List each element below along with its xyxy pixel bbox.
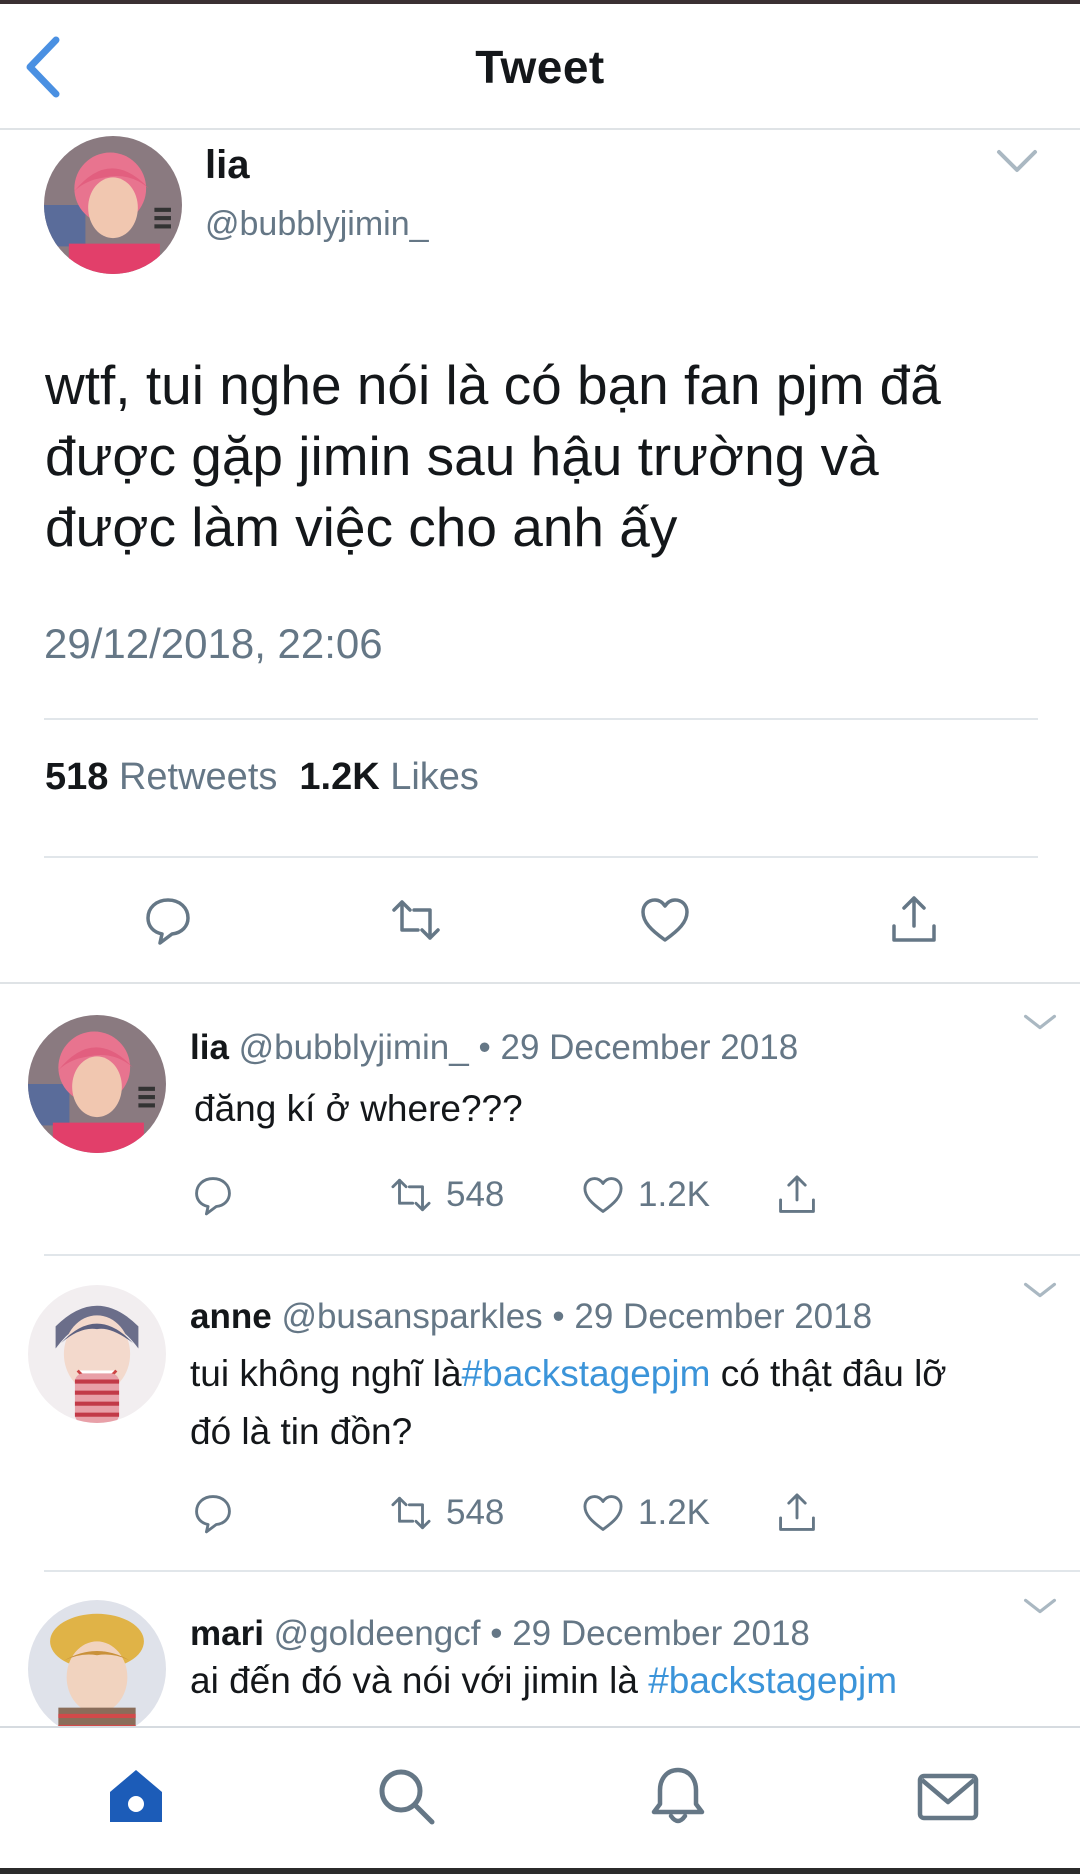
tweet-text-line: được làm việc cho anh ấy [45,496,678,558]
chevron-down-icon[interactable] [1020,1594,1060,1618]
reply-text: tui không nghĩ là#backstagepjm có thật đ… [190,1345,1010,1461]
top-nav-bar: Tweet [0,4,1080,130]
tweet-text-line: wtf, tui nghe nói là có bạn fan pjm đã [45,354,941,416]
reply-avatar[interactable] [28,1015,166,1153]
retweets-label[interactable]: Retweets [119,756,277,798]
tweet-stats: 518 Retweets 1.2K Likes [45,756,479,799]
reply-avatar[interactable] [28,1285,166,1423]
share-icon [779,1175,815,1213]
reply-author-name[interactable]: mari [190,1614,264,1653]
retweets-count[interactable]: 518 [45,756,108,798]
divider [44,856,1038,858]
reply-header: lia @bubblyjimin_ • 29 December 2018 [190,1028,798,1068]
retweet-icon [391,1496,431,1530]
share-icon[interactable] [886,892,942,948]
bottom-tab-bar [0,1726,1080,1874]
chevron-down-icon[interactable] [993,146,1041,176]
reply-header: mari @goldeengcf • 29 December 2018 [190,1614,810,1654]
reply-button[interactable] [190,1488,248,1538]
retweet-button[interactable]: 548 [388,1488,504,1538]
notifications-icon[interactable] [646,1764,710,1828]
dot-separator: • [552,1297,565,1336]
hashtag-link[interactable]: #backstagepjm [462,1353,711,1394]
reply-author-handle[interactable]: @goldeengcf [274,1614,481,1653]
author-handle[interactable]: @bubblyjimin_ [205,205,429,244]
retweet-icon[interactable] [388,892,444,948]
reply-date: 29 December 2018 [512,1614,810,1653]
share-button[interactable] [774,1488,832,1538]
dot-separator: • [490,1614,503,1653]
reply-author-handle[interactable]: @busansparkles [281,1297,542,1336]
reply-actions: 548 1.2K [190,1170,890,1220]
retweet-count: 548 [446,1175,505,1214]
reply-author-name[interactable]: anne [190,1297,272,1336]
reply-text-content: có thật đâu lỡ [710,1353,947,1394]
reply-date: 29 December 2018 [500,1028,799,1067]
like-button[interactable]: 1.2K [580,1488,710,1538]
like-count: 1.2K [638,1175,710,1214]
reply-actions: 548 1.2K [190,1488,890,1538]
hashtag-link[interactable]: #backstagepjm [648,1660,897,1701]
likes-count[interactable]: 1.2K [299,756,379,798]
reply-text-content: tui không nghĩ là [190,1353,462,1394]
reply-text-content: ai đến đó và nói với jimin là [190,1660,649,1701]
likes-label[interactable]: Likes [390,756,479,798]
author-avatar[interactable] [44,136,182,274]
reply-divider [44,1254,1080,1256]
tweet-text: wtf, tui nghe nói là có bạn fan pjm đã đ… [45,350,1045,563]
bottom-strip [0,1868,1080,1874]
retweet-count: 548 [446,1493,505,1532]
chevron-down-icon[interactable] [1020,1010,1060,1034]
share-button[interactable] [774,1170,832,1220]
reply-date: 29 December 2018 [574,1297,873,1336]
chevron-down-icon[interactable] [1020,1278,1060,1302]
heart-icon[interactable] [637,892,693,948]
tweet-text-line: được gặp jimin sau hậu trường và [45,425,879,487]
home-icon[interactable] [104,1764,168,1828]
like-button[interactable]: 1.2K [580,1170,710,1220]
reply-text-content: đăng kí ở where??? [194,1088,523,1129]
reply-text-content: đó là tin đồn? [190,1411,413,1452]
reply-icon [195,1495,231,1534]
reply-icon[interactable] [140,892,196,948]
heart-icon [583,1495,623,1531]
retweet-button[interactable]: 548 [388,1170,504,1220]
reply-divider [44,1570,1080,1572]
heart-icon [583,1177,623,1213]
author-name[interactable]: lia [205,143,249,188]
reply-header: anne @busansparkles • 29 December 2018 [190,1297,872,1337]
divider [44,718,1038,720]
section-divider [0,982,1080,984]
reply-author-handle[interactable]: @bubblyjimin_ [239,1028,469,1067]
reply-button[interactable] [190,1170,248,1220]
retweet-icon [391,1178,431,1212]
like-count: 1.2K [638,1493,710,1532]
reply-icon [195,1177,231,1216]
reply-text: ai đến đó và nói với jimin là #backstage… [190,1652,1010,1710]
reply-avatar[interactable] [28,1600,166,1738]
page-title: Tweet [475,41,605,93]
search-icon[interactable] [374,1764,438,1828]
reply-text: đăng kí ở where??? [194,1080,1014,1138]
reply-author-name[interactable]: lia [190,1028,229,1067]
tweet-timestamp: 29/12/2018, 22:06 [44,620,383,667]
dot-separator: • [478,1028,491,1067]
messages-icon[interactable] [916,1764,980,1828]
share-icon [779,1493,815,1531]
